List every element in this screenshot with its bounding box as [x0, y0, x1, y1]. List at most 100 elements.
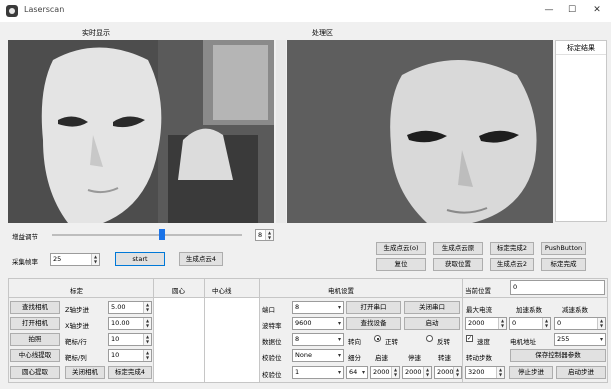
spin-arrows-icon[interactable]: ▲ ▼ — [542, 318, 550, 329]
max-current-label: 最大电流 — [466, 306, 492, 314]
find-camera-button[interactable]: 查找相机 — [10, 301, 60, 314]
accel-coef-value: 0 — [512, 319, 517, 327]
generate-pointcloud4-button[interactable]: 生成点云4 — [179, 252, 223, 266]
center-section-header: 圆心 — [172, 287, 185, 295]
z-step-value: 5.00 — [111, 303, 126, 311]
start-step-button[interactable]: 启动步进 — [556, 366, 606, 379]
close-button[interactable]: ✕ — [588, 2, 606, 18]
target-cols-input[interactable]: 10 ▲ ▼ — [108, 349, 152, 362]
spin-arrows-icon[interactable]: ▲ ▼ — [265, 230, 273, 240]
decel-coef-label: 减速系数 — [562, 306, 588, 314]
spin-arrows-icon[interactable]: ▲ ▼ — [423, 367, 431, 378]
target-cols-value: 10 — [111, 351, 120, 359]
generate-pointcloud2-button[interactable]: 生成点云2 — [490, 258, 534, 271]
grid-divider — [8, 297, 608, 298]
calibration-done-button[interactable]: 标定完成 — [541, 258, 586, 271]
subdivision-combo[interactable]: 64 ▾ — [346, 366, 368, 379]
calibration-result-label: 标定结果 — [556, 41, 606, 55]
spin-arrows-icon[interactable]: ▲ ▼ — [143, 318, 151, 329]
start-button[interactable]: start — [115, 252, 165, 266]
generate-pointcloud-original-button[interactable]: 生成点云原 — [433, 242, 483, 255]
parity-label: 校验位 — [262, 354, 282, 362]
grid-divider — [462, 278, 463, 383]
generate-pointcloud-o-button[interactable]: 生成点云(o) — [376, 242, 426, 255]
framerate-label: 采集帧率 — [12, 258, 38, 266]
gain-label: 增益调节 — [12, 233, 38, 241]
forward-label: 正转 — [385, 338, 398, 346]
baud-combo[interactable]: 9600 ▾ — [292, 317, 344, 330]
port-value: 8 — [295, 303, 300, 311]
max-current-spinbox[interactable]: 2000 ▲ ▼ — [465, 317, 507, 330]
centerline-extract-button[interactable]: 中心线提取 — [10, 349, 60, 362]
dropdown-arrow-icon: ▾ — [337, 336, 341, 343]
framerate-spinbox[interactable]: 25 ▲ ▼ — [50, 253, 100, 266]
decel-coef-spinbox[interactable]: 0 ▲ ▼ — [554, 317, 606, 330]
x-step-input[interactable]: 10.00 ▲ ▼ — [108, 317, 152, 330]
gain-slider-thumb[interactable] — [159, 229, 166, 240]
center-extract-button[interactable]: 圆心提取 — [10, 366, 60, 379]
stop-speed-spinbox[interactable]: 2000 ▲ ▼ — [402, 366, 432, 379]
port-label: 端口 — [262, 306, 275, 314]
dropdown-arrow-icon: ▾ — [337, 304, 341, 311]
stop-speed-label: 停速 — [408, 354, 421, 362]
data-bits-combo[interactable]: 8 ▾ — [292, 333, 344, 346]
capture-photo-button[interactable]: 拍照 — [10, 333, 60, 346]
motor-start-button[interactable]: 启动 — [404, 317, 460, 330]
gain-value-spinbox[interactable]: 8 ▲ ▼ — [255, 229, 274, 241]
open-serial-button[interactable]: 打开串口 — [346, 301, 401, 314]
get-position-button[interactable]: 获取位置 — [433, 258, 483, 271]
process-area-label: 处理区 — [312, 29, 333, 37]
motor-address-label: 电机地址 — [510, 338, 536, 346]
data-bits-value: 8 — [295, 335, 300, 343]
baud-value: 9600 — [295, 319, 312, 327]
speed-checkbox[interactable]: ✓ — [466, 335, 473, 342]
minimize-button[interactable]: — — [540, 2, 558, 18]
spin-arrows-icon[interactable]: ▲ ▼ — [597, 318, 605, 329]
calibration-done2-button[interactable]: 标定完成2 — [490, 242, 534, 255]
start-speed-value: 2000 — [373, 368, 390, 376]
push-button[interactable]: PushButton — [541, 242, 586, 255]
port-combo[interactable]: 8 ▾ — [292, 301, 344, 314]
x-step-value: 10.00 — [111, 319, 130, 327]
maximize-button[interactable]: ☐ — [563, 2, 581, 18]
direction-label: 转向 — [348, 338, 361, 346]
current-position-field[interactable]: 0 — [510, 280, 605, 295]
target-rows-input[interactable]: 10 ▲ ▼ — [108, 333, 152, 346]
centerline-section-header: 中心线 — [212, 287, 232, 295]
spin-arrows-icon[interactable]: ▲ ▼ — [143, 334, 151, 345]
steps-spinbox[interactable]: 3200 ▲ ▼ — [465, 366, 505, 379]
close-serial-button[interactable]: 关闭串口 — [404, 301, 460, 314]
open-camera-button[interactable]: 打开相机 — [10, 317, 60, 330]
speed-spinbox[interactable]: 2000 ▲ ▼ — [434, 366, 462, 379]
center-list[interactable] — [154, 298, 204, 382]
stop-bits-combo[interactable]: 1 ▾ — [292, 366, 344, 379]
spin-arrows-icon[interactable]: ▲ ▼ — [143, 350, 151, 361]
spin-arrows-icon[interactable]: ▲ ▼ — [453, 367, 461, 378]
spin-arrows-icon[interactable]: ▲ ▼ — [498, 318, 506, 329]
find-device-button[interactable]: 查找设备 — [346, 317, 401, 330]
gain-slider-track[interactable] — [52, 234, 242, 236]
accel-coef-spinbox[interactable]: 0 ▲ ▼ — [509, 317, 551, 330]
start-speed-spinbox[interactable]: 2000 ▲ ▼ — [370, 366, 400, 379]
spin-arrows-icon[interactable]: ▲ ▼ — [391, 367, 399, 378]
centerline-list[interactable] — [205, 298, 259, 382]
forward-radio[interactable] — [374, 335, 381, 342]
close-camera-button[interactable]: 关闭相机 — [65, 366, 105, 379]
reverse-radio[interactable] — [426, 335, 433, 342]
calibration-done4-button[interactable]: 标定完成4 — [108, 366, 152, 379]
motor-address-value: 255 — [557, 335, 570, 343]
parity-value: None — [295, 351, 312, 359]
processed-view — [287, 40, 553, 223]
z-step-input[interactable]: 5.00 ▲ ▼ — [108, 301, 152, 314]
max-current-value: 2000 — [468, 319, 485, 327]
reset-button[interactable]: 复位 — [376, 258, 426, 271]
target-rows-value: 10 — [111, 335, 120, 343]
parity-combo[interactable]: None ▾ — [292, 349, 344, 362]
stop-step-button[interactable]: 停止步进 — [509, 366, 553, 379]
motor-address-combo[interactable]: 255 ▾ — [554, 333, 606, 346]
spin-arrows-icon[interactable]: ▲ ▼ — [91, 254, 99, 265]
spin-arrows-icon[interactable]: ▲ ▼ — [496, 367, 504, 378]
save-controller-params-button[interactable]: 保存控制器参数 — [510, 349, 606, 362]
spin-arrows-icon[interactable]: ▲ ▼ — [143, 302, 151, 313]
framerate-value: 25 — [53, 255, 62, 263]
